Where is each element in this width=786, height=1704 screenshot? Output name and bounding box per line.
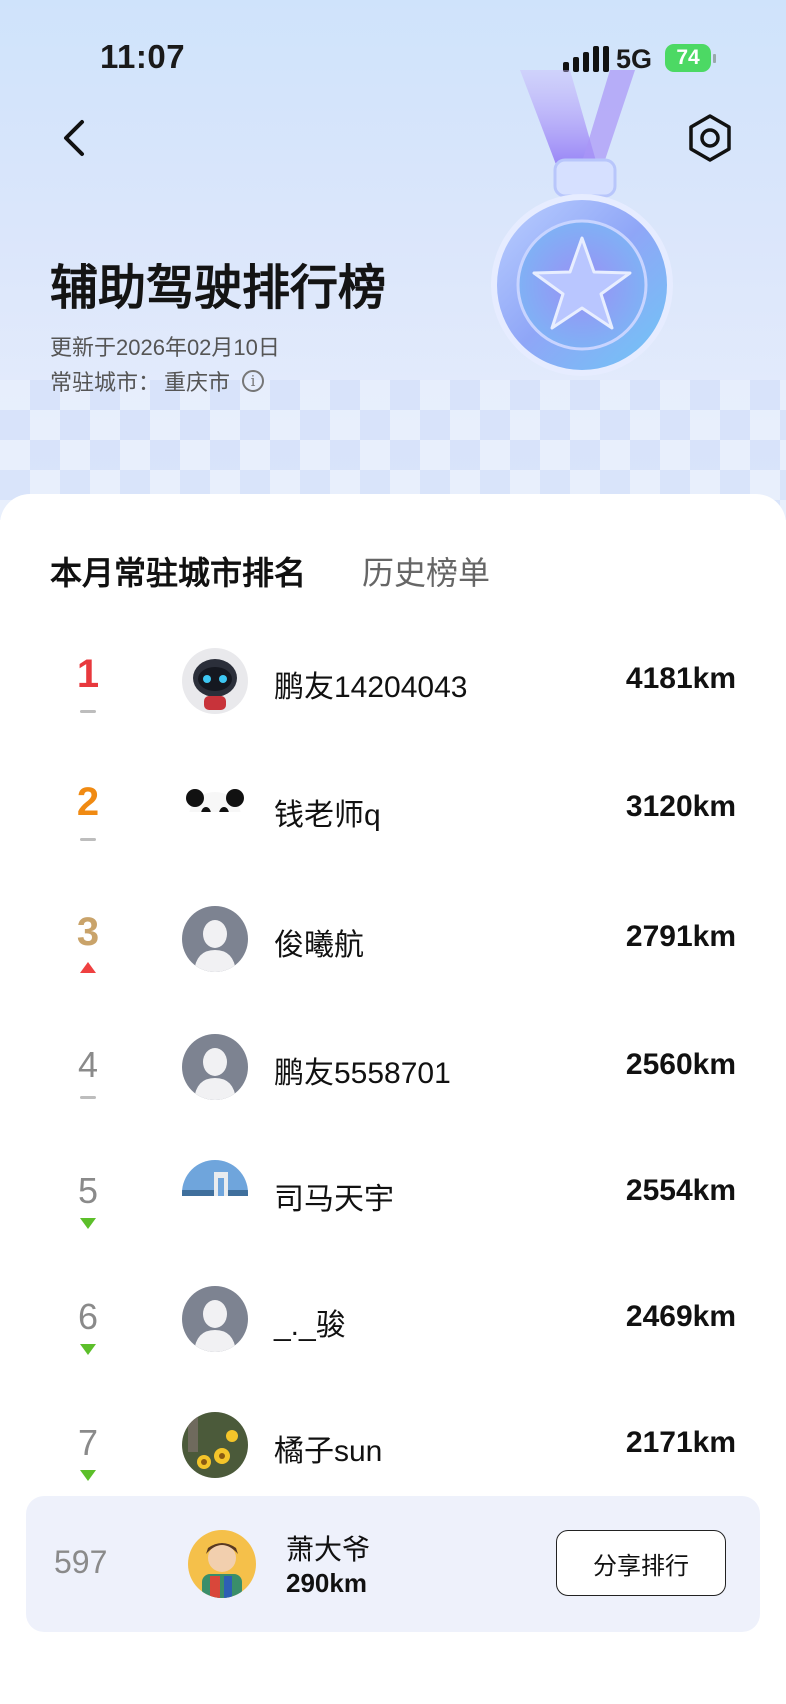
signal-icon: [563, 46, 609, 72]
trend-down-icon: [80, 1344, 96, 1355]
list-item[interactable]: 6 _._骏 2469km: [0, 1286, 786, 1386]
list-item[interactable]: 1 鹏友14204043 4181km: [0, 648, 786, 748]
hexagon-settings-icon: [689, 114, 731, 162]
driving-distance: 2469km: [625, 1300, 736, 1333]
rank-number: 5: [77, 1170, 99, 1211]
default-avatar-icon: [182, 906, 248, 972]
driving-distance: 2171km: [625, 1426, 736, 1459]
share-ranking-button[interactable]: 分享排行: [556, 1530, 726, 1596]
chevron-left-icon: [64, 120, 84, 156]
avatar[interactable]: [182, 906, 248, 972]
user-name: 司马天宇: [274, 1183, 394, 1216]
updated-date: 更新于2026年02月10日: [50, 335, 280, 360]
user-name: 橘子sun: [274, 1435, 383, 1468]
rank-number: 6: [77, 1296, 99, 1337]
avatar[interactable]: [182, 1034, 248, 1100]
rank-number: 2: [76, 780, 100, 824]
robot-avatar-icon: [182, 648, 248, 714]
avatar[interactable]: [182, 648, 248, 714]
rank-number: 7: [77, 1422, 99, 1463]
tab-bar: 本月常驻城市排名 历史榜单: [50, 548, 490, 594]
my-ranking-bar: 597 萧大爷 290km 分享排行: [26, 1496, 760, 1632]
user-name: 鹏友14204043: [274, 671, 468, 704]
battery-icon: 74: [665, 44, 716, 72]
trend-same-icon: [80, 1096, 96, 1099]
list-item[interactable]: 3 俊曦航 2791km: [0, 906, 786, 1006]
my-rank: 597: [54, 1544, 108, 1580]
list-item[interactable]: 5 司马天宇 2554km: [0, 1160, 786, 1260]
city-value: 重庆市: [164, 370, 231, 395]
rank-number: 4: [77, 1044, 99, 1085]
avatar[interactable]: [182, 1412, 248, 1478]
trend-up-icon: [80, 962, 96, 973]
tab-monthly-city-ranking[interactable]: 本月常驻城市排名: [50, 548, 306, 594]
avatar[interactable]: [182, 776, 248, 812]
driving-distance: 2791km: [625, 920, 736, 953]
list-item[interactable]: 4 鹏友5558701 2560km: [0, 1034, 786, 1134]
trend-down-icon: [80, 1218, 96, 1229]
trend-same-icon: [80, 838, 96, 841]
default-avatar-icon: [182, 1286, 248, 1352]
panda-avatar-icon: [182, 776, 248, 812]
driving-distance: 3120km: [625, 790, 736, 823]
avatar[interactable]: [182, 1160, 248, 1196]
child-avatar-icon: [188, 1530, 256, 1598]
my-name: 萧大爷: [286, 1534, 371, 1565]
default-avatar-icon: [182, 1034, 248, 1100]
avatar[interactable]: [182, 1286, 248, 1352]
user-name: 钱老师q: [274, 799, 381, 832]
flower-avatar-icon: [182, 1412, 248, 1478]
trend-down-icon: [80, 1470, 96, 1481]
rank-number: 3: [76, 910, 100, 954]
page-title: 辅助驾驶排行榜: [50, 262, 387, 315]
user-name: 鹏友5558701: [274, 1057, 451, 1090]
rank-number: 1: [76, 652, 100, 696]
city-label: 常驻城市：: [50, 370, 161, 395]
user-name: _._骏: [274, 1309, 346, 1342]
resident-city: 常驻城市： 重庆市 i: [50, 365, 265, 397]
avatar[interactable]: [188, 1530, 256, 1598]
my-distance: 290km: [286, 1568, 367, 1598]
driving-distance: 2560km: [625, 1048, 736, 1081]
list-item[interactable]: 2 钱老师q 3120km: [0, 776, 786, 876]
tab-history[interactable]: 历史榜单: [362, 548, 490, 594]
driving-distance: 2554km: [625, 1174, 736, 1207]
driving-distance: 4181km: [625, 662, 736, 695]
user-name: 俊曦航: [274, 929, 364, 962]
trend-same-icon: [80, 710, 96, 713]
back-button[interactable]: [50, 112, 98, 164]
battery-level: 74: [676, 46, 700, 69]
status-time: 11:07: [100, 38, 186, 75]
info-icon[interactable]: i: [242, 370, 265, 392]
landscape-avatar-icon: [182, 1160, 248, 1196]
medal-icon: [491, 70, 673, 376]
settings-button[interactable]: [684, 112, 736, 164]
